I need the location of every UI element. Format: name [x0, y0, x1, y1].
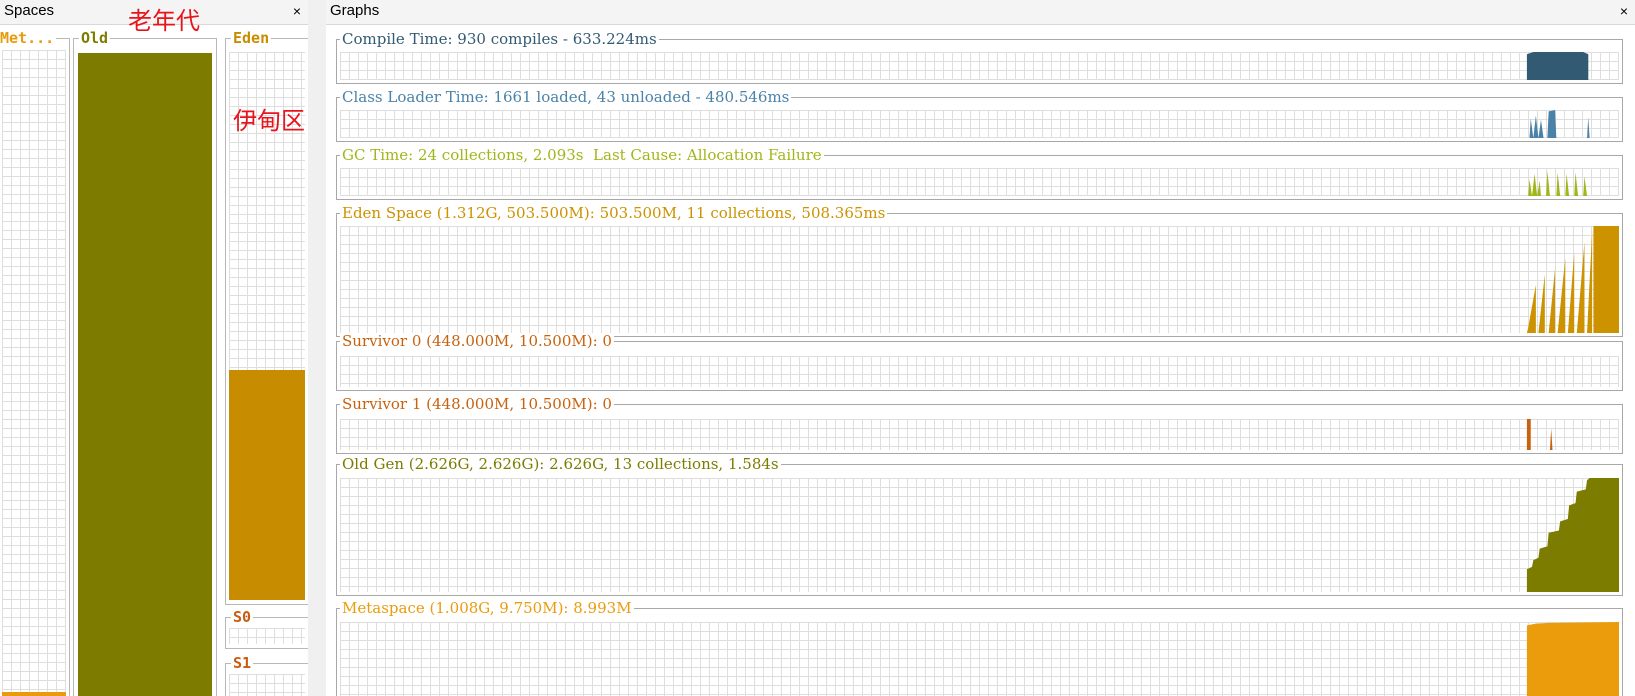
graph-title-gc: GC Time: 24 collections, 2.093s Last Cau… — [340, 146, 824, 164]
old-fill — [78, 53, 212, 696]
space-grid — [2, 50, 66, 696]
graph-old-gen: Old Gen (2.626G, 2.626G): 2.626G, 13 col… — [336, 456, 1623, 596]
gc-spikes — [1528, 170, 1588, 196]
graph-eden-space: Eden Space (1.312G, 503.500M): 503.500M,… — [336, 205, 1623, 337]
eden-fill — [229, 370, 305, 600]
space-grid — [78, 53, 212, 696]
annotation-eden: 伊甸区 — [233, 107, 305, 135]
graph-data-classloader — [1529, 110, 1590, 138]
close-icon[interactable]: × — [290, 0, 304, 22]
graph-data-metaspace — [1526, 622, 1619, 696]
metaspace-fill — [2, 692, 66, 696]
graph-plot — [340, 622, 1619, 696]
graph-title-s0: Survivor 0 (448.000M, 10.500M): 0 — [340, 332, 614, 350]
classloader-spikes-3 — [1587, 117, 1590, 138]
graph-plot — [340, 226, 1619, 333]
space-column-s1: S1 — [225, 655, 308, 696]
graph-data-compile — [1526, 52, 1589, 80]
space-grid — [229, 674, 305, 696]
space-column-metaspace: Met... — [0, 30, 70, 696]
graphs-panel-title: Graphs — [330, 2, 380, 19]
graph-survivor-1: Survivor 1 (448.000M, 10.500M): 0 — [336, 396, 1623, 454]
annotation-old-gen: 老年代 — [128, 7, 200, 35]
s1-spike-2 — [1549, 428, 1553, 450]
classloader-spikes-1 — [1529, 115, 1544, 138]
graph-data-oldgen — [1526, 478, 1619, 592]
space-column-s0: S0 — [225, 609, 308, 649]
graph-metaspace: Metaspace (1.008G, 9.750M): 8.993M — [336, 600, 1623, 696]
graph-compile-time: Compile Time: 930 compiles - 633.224ms — [336, 31, 1623, 84]
graphs-panel: Graphs × Compile Time: 930 compiles - 63… — [326, 0, 1635, 696]
graph-plot — [340, 168, 1619, 196]
compile-area — [1526, 52, 1589, 80]
graph-title-s1: Survivor 1 (448.000M, 10.500M): 0 — [340, 395, 614, 413]
spaces-panel-title: Spaces — [4, 2, 55, 19]
graph-title-oldgen: Old Gen (2.626G, 2.626G): 2.626G, 13 col… — [340, 455, 781, 473]
spaces-panel: Spaces × Met... Old Eden S0 S1 老年代 伊甸区 — [0, 0, 308, 696]
graphs-panel-header: Graphs × — [326, 0, 1635, 25]
eden-sawtooth — [1526, 226, 1619, 333]
s1-spike-1 — [1526, 419, 1531, 450]
space-grid — [229, 628, 305, 644]
space-label-metaspace: Met... — [0, 29, 57, 47]
graph-data-s1 — [1526, 419, 1553, 450]
graph-title-classloader: Class Loader Time: 1661 loaded, 43 unloa… — [340, 88, 792, 106]
graph-data-gc — [1528, 170, 1588, 196]
close-icon[interactable]: × — [1617, 0, 1631, 22]
graph-survivor-0: Survivor 0 (448.000M, 10.500M): 0 — [336, 333, 1623, 391]
graph-data-eden — [1526, 226, 1619, 333]
graph-title-metaspace: Metaspace (1.008G, 9.750M): 8.993M — [340, 599, 634, 617]
space-label-s0: S0 — [231, 608, 254, 626]
metaspace-area — [1526, 622, 1619, 696]
space-label-eden: Eden — [231, 29, 272, 47]
graph-plot — [340, 478, 1619, 592]
space-label-s1: S1 — [231, 654, 254, 672]
graph-plot — [340, 356, 1619, 387]
graph-plot — [340, 419, 1619, 450]
classloader-spikes-2 — [1547, 110, 1557, 138]
oldgen-steps — [1526, 478, 1619, 592]
graph-title-eden: Eden Space (1.312G, 503.500M): 503.500M,… — [340, 204, 888, 222]
graph-gc-time: GC Time: 24 collections, 2.093s Last Cau… — [336, 147, 1623, 200]
graph-title-compile: Compile Time: 930 compiles - 633.224ms — [340, 30, 659, 48]
space-label-old: Old — [79, 29, 111, 47]
space-column-old: Old — [73, 30, 217, 696]
graph-plot — [340, 110, 1619, 138]
graph-plot — [340, 52, 1619, 80]
graph-class-loader: Class Loader Time: 1661 loaded, 43 unloa… — [336, 89, 1623, 142]
